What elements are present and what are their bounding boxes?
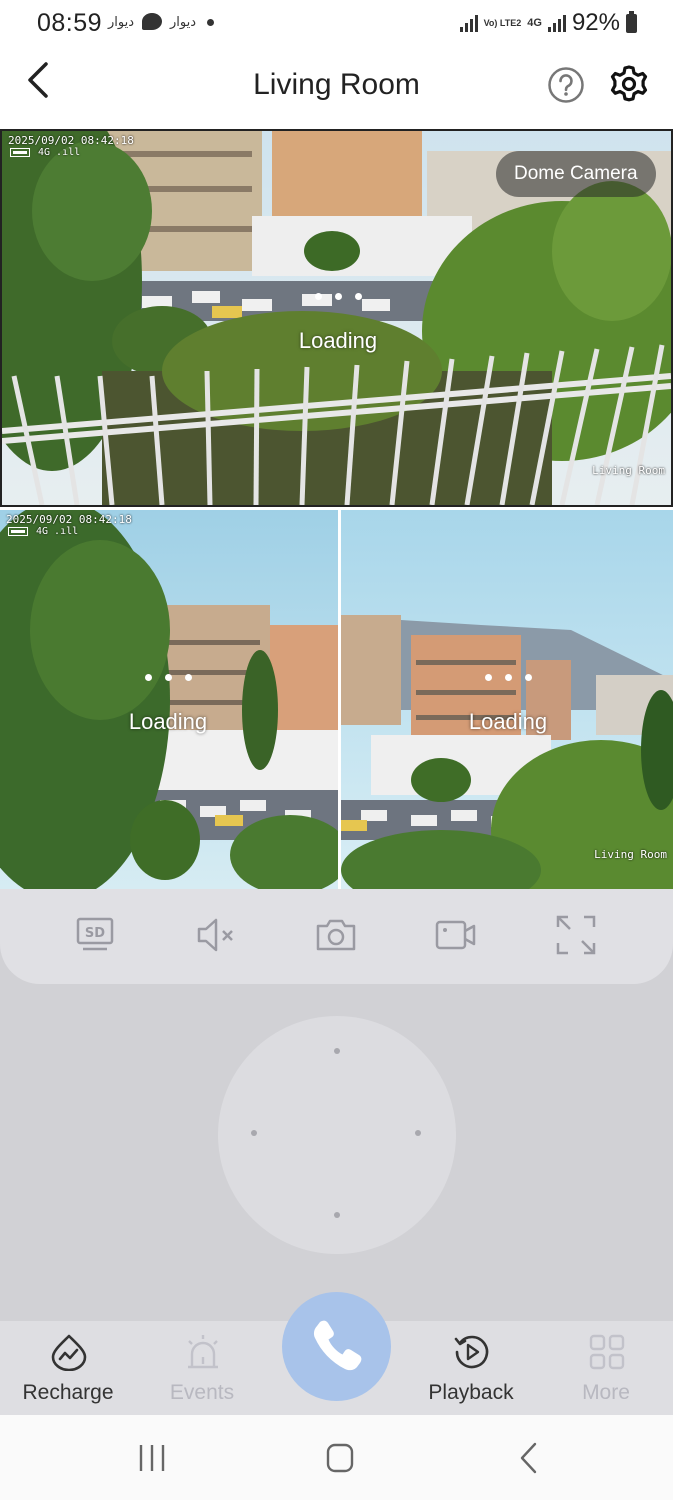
home-icon (326, 1443, 354, 1473)
home-button[interactable] (320, 1441, 360, 1475)
app-header: Living Room (0, 46, 673, 128)
camera-battery-icon (8, 526, 28, 536)
record-button[interactable] (434, 913, 478, 957)
recharge-icon (51, 1334, 87, 1371)
alarm-light-icon (188, 1335, 218, 1369)
camera-signal-osd: 4G .ıll (8, 526, 78, 537)
grid-more-icon (589, 1334, 625, 1370)
recent-apps-icon (139, 1445, 165, 1471)
ptz-joystick[interactable] (218, 1016, 456, 1254)
sd-quality-icon: SD (76, 917, 114, 951)
system-back-button[interactable] (510, 1441, 550, 1475)
loading-text: Loading (468, 709, 548, 734)
loading-indicator: Loading (438, 674, 578, 735)
camera-watermark: Living Room (594, 848, 667, 861)
volte-indicator: Vo) LTE2 (483, 17, 522, 28)
system-nav-bar (0, 1415, 673, 1500)
loading-indicator: Loading (98, 674, 238, 735)
camera-net-text: 4G .ıll (38, 147, 81, 158)
loading-dots-icon (268, 293, 408, 300)
ptz-left-dot-icon (251, 1130, 257, 1136)
loading-indicator: Loading (268, 293, 408, 354)
camera-view-main[interactable]: 2025/09/02 08:42:18 4G .ıll Living Room … (0, 129, 673, 507)
camera-view-left[interactable]: 2025/09/02 08:42:18 4G .ıll Loading (0, 510, 338, 889)
nav-more-label: More (582, 1381, 630, 1404)
phone-icon (313, 1320, 362, 1371)
status-bar: 08:59 دیوار دیوار Vo) LTE2 4G 92% (0, 0, 673, 46)
mute-icon (197, 918, 233, 952)
nav-more[interactable]: More (541, 1321, 671, 1415)
loading-dots-icon (98, 674, 238, 681)
svg-text:SD: SD (85, 926, 105, 941)
camera-watermark: Living Room (592, 464, 665, 477)
notification-app-icon: دیوار (108, 15, 135, 30)
snapshot-button[interactable] (314, 913, 358, 957)
status-right: Vo) LTE2 4G 92% (459, 9, 637, 37)
camera-signal-osd: 4G .ıll (10, 147, 80, 158)
chat-notification-icon (142, 13, 162, 30)
help-button[interactable] (547, 66, 585, 104)
battery-icon (626, 10, 637, 33)
fullscreen-button[interactable] (554, 913, 598, 957)
status-time: 08:59 (37, 9, 103, 37)
notification-app-icon-2: دیوار (170, 15, 197, 30)
loading-dots-icon (438, 674, 578, 681)
ptz-up-dot-icon (334, 1048, 340, 1054)
nav-playback[interactable]: Playback (406, 1321, 536, 1415)
video-toolbar: SD (0, 889, 673, 984)
notification-dot-icon (207, 19, 214, 26)
camera-battery-icon (10, 147, 30, 157)
nav-recharge[interactable]: Recharge (3, 1321, 133, 1415)
gear-icon (610, 65, 648, 102)
fullscreen-icon (556, 915, 596, 955)
sd-quality-button[interactable]: SD (74, 913, 118, 957)
camera-timestamp: 2025/09/02 08:42:18 (8, 134, 134, 147)
camera-timestamp: 2025/09/02 08:42:18 (6, 513, 132, 526)
loading-text: Loading (128, 709, 208, 734)
camera-view-right[interactable]: Living Room Loading (341, 510, 673, 889)
snapshot-camera-icon (316, 919, 356, 951)
ptz-right-dot-icon (415, 1130, 421, 1136)
ptz-down-dot-icon (334, 1212, 340, 1218)
settings-button[interactable] (609, 64, 649, 104)
camera-net-text: 4G .ıll (36, 526, 79, 537)
nav-events-label: Events (169, 1381, 235, 1404)
playback-icon (454, 1335, 489, 1369)
call-button[interactable] (282, 1292, 391, 1401)
camera-name-badge[interactable]: Dome Camera (496, 151, 656, 197)
network-type: 4G (527, 16, 542, 29)
recent-apps-button[interactable] (133, 1441, 173, 1475)
nav-events[interactable]: Events (137, 1321, 267, 1415)
help-circle-icon (548, 67, 584, 103)
loading-text: Loading (298, 328, 378, 353)
signal-icon-2 (547, 14, 566, 32)
mute-button[interactable] (194, 913, 238, 957)
back-arrow-icon (520, 1442, 537, 1474)
nav-playback-label: Playback (428, 1381, 514, 1404)
record-video-icon (435, 920, 476, 950)
signal-icon (459, 14, 478, 32)
nav-recharge-label: Recharge (22, 1381, 114, 1404)
battery-percent: 92% (571, 9, 620, 36)
